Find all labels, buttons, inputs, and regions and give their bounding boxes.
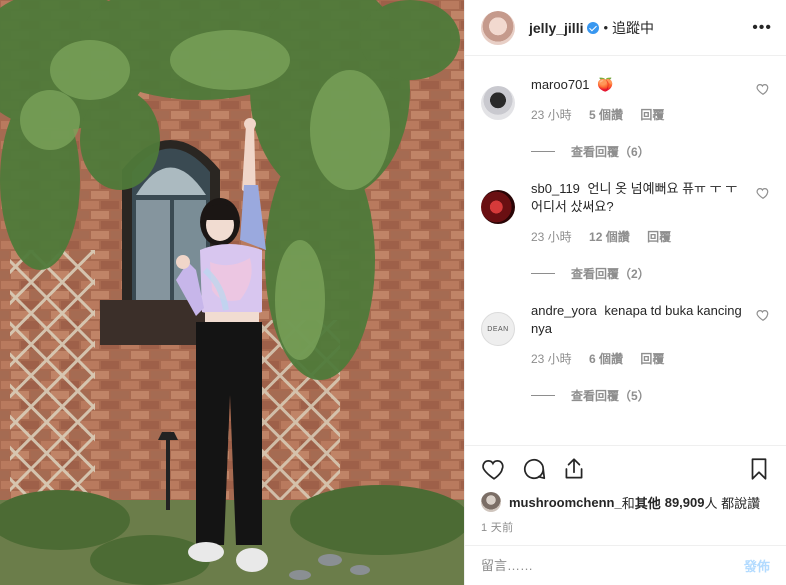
- bookmark-icon[interactable]: [746, 456, 772, 482]
- verified-badge-icon: [587, 21, 600, 34]
- reply-button[interactable]: 回覆: [647, 230, 671, 244]
- post-photo[interactable]: [0, 0, 464, 585]
- commenter-avatar[interactable]: [481, 86, 515, 120]
- comment-body: maroo701 🍑 23 小時 5 個讚 回覆 查看回覆（6）: [531, 76, 770, 160]
- comment-meta: 23 小時 12 個讚 回覆: [531, 228, 746, 245]
- commenter-avatar[interactable]: [481, 190, 515, 224]
- comment-heart-icon[interactable]: [756, 186, 770, 200]
- comment-time[interactable]: 23 小時: [531, 230, 572, 244]
- heart-icon[interactable]: [481, 456, 507, 482]
- view-replies-button[interactable]: 查看回覆（5）: [531, 387, 746, 404]
- liker-avatar[interactable]: [481, 492, 501, 512]
- photo-illustration: [0, 0, 464, 585]
- commenter-username[interactable]: maroo701: [531, 77, 590, 92]
- share-icon[interactable]: [561, 456, 587, 482]
- comment-item: DEAN andre_yora kenapa td buka kancing n…: [481, 282, 770, 404]
- header-separator: •: [603, 20, 609, 35]
- more-options-icon[interactable]: •••: [752, 19, 772, 37]
- view-replies-label: 查看回覆（6）: [571, 145, 650, 159]
- post-action-bar: [465, 445, 786, 491]
- comment-meta: 23 小時 5 個讚 回覆: [531, 106, 746, 123]
- author-username[interactable]: jelly_jilli: [529, 20, 583, 36]
- commenter-username[interactable]: andre_yora: [531, 303, 597, 318]
- commenter-username[interactable]: sb0_119: [531, 181, 580, 196]
- comment-meta: 23 小時 6 個讚 回覆: [531, 350, 746, 367]
- reply-button[interactable]: 回覆: [640, 352, 664, 366]
- comment-body: sb0_119 언니 옷 넘예뻐요 퓨ㅠ ㅜ ㅜ 어디서 샀써요? 23 小時 …: [531, 180, 770, 282]
- add-comment-bar: 發佈: [465, 545, 786, 585]
- view-replies-label: 查看回覆（2）: [571, 267, 650, 281]
- comment-input[interactable]: [481, 558, 744, 573]
- post-comment-button[interactable]: 發佈: [744, 556, 770, 575]
- comment-item: sb0_119 언니 옷 넘예뻐요 퓨ㅠ ㅜ ㅜ 어디서 샀써요? 23 小時 …: [481, 160, 770, 282]
- comment-list: maroo701 🍑 23 小時 5 個讚 回覆 查看回覆（6） sb0_119…: [465, 56, 786, 445]
- replies-divider: [531, 151, 555, 152]
- comment-item: maroo701 🍑 23 小時 5 個讚 回覆 查看回覆（6）: [481, 56, 770, 160]
- post-side-panel: jelly_jilli • 追蹤中 ••• maroo701 🍑 23 小時 5…: [464, 0, 786, 585]
- likes-joiner: 和: [621, 495, 635, 511]
- comment-like-count[interactable]: 12 個讚: [589, 230, 630, 244]
- comment-time[interactable]: 23 小時: [531, 352, 572, 366]
- replies-divider: [531, 273, 555, 274]
- likes-summary: mushroomchenn_ 和 其他 89,909 人 都說讚: [465, 491, 786, 513]
- post-header: jelly_jilli • 追蹤中 •••: [465, 0, 786, 56]
- likes-count[interactable]: 89,909: [665, 495, 705, 510]
- liker-username[interactable]: mushroomchenn_: [509, 495, 622, 510]
- commenter-avatar[interactable]: DEAN: [481, 312, 515, 346]
- others-label[interactable]: 其他: [635, 493, 661, 512]
- post-timestamp[interactable]: 1 天前: [465, 513, 786, 539]
- comment-heart-icon[interactable]: [756, 82, 770, 96]
- instagram-post-modal: jelly_jilli • 追蹤中 ••• maroo701 🍑 23 小時 5…: [0, 0, 786, 585]
- comment-text-line: maroo701 🍑: [531, 76, 746, 94]
- author-avatar[interactable]: [481, 10, 515, 45]
- view-replies-button[interactable]: 查看回覆（6）: [531, 143, 746, 160]
- comment-body: andre_yora kenapa td buka kancing nya 23…: [531, 302, 770, 404]
- view-replies-label: 查看回覆（5）: [571, 389, 650, 403]
- comment-text-line: sb0_119 언니 옷 넘예뻐요 퓨ㅠ ㅜ ㅜ 어디서 샀써요?: [531, 180, 746, 216]
- avatar-text: DEAN: [487, 325, 509, 333]
- comment-icon[interactable]: [521, 456, 547, 482]
- comment-like-count[interactable]: 6 個讚: [589, 352, 623, 366]
- replies-divider: [531, 395, 555, 396]
- comment-heart-icon[interactable]: [756, 308, 770, 322]
- comment-text-line: andre_yora kenapa td buka kancing nya: [531, 302, 746, 338]
- comment-text: 🍑: [597, 77, 614, 92]
- following-button[interactable]: 追蹤中: [612, 18, 654, 38]
- reply-button[interactable]: 回覆: [640, 108, 664, 122]
- comment-like-count[interactable]: 5 個讚: [589, 108, 623, 122]
- view-replies-button[interactable]: 查看回覆（2）: [531, 265, 746, 282]
- comment-time[interactable]: 23 小時: [531, 108, 572, 122]
- likes-suffix: 人 都說讚: [704, 495, 761, 511]
